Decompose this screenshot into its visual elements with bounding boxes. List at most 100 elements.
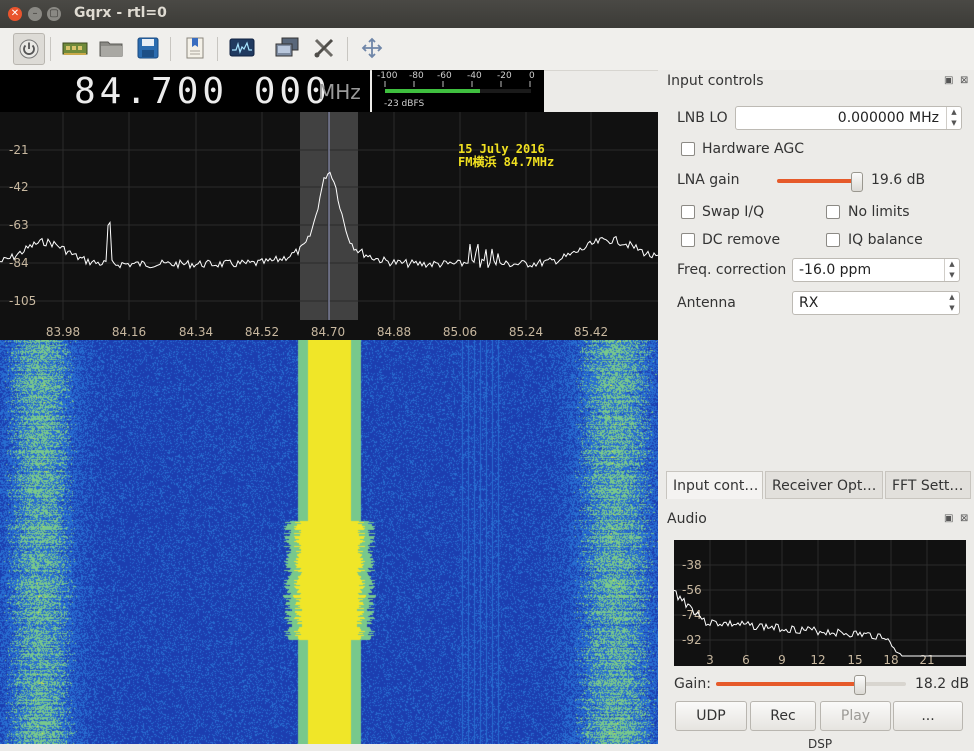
full-screen-button[interactable]: [357, 33, 387, 63]
antenna-select[interactable]: RX ▲ ▼: [792, 291, 960, 315]
audio-spectrum-trace: [673, 589, 966, 657]
meter-scale-label: 0: [529, 71, 535, 81]
freq-correction-spin[interactable]: ▲ ▼: [944, 259, 959, 281]
y-tick-label: -56: [682, 583, 702, 597]
audio-fft-plot[interactable]: -38 -56 -74 -92 3 6 9 12 15 18 21: [673, 540, 966, 667]
lnb-lo-spin[interactable]: ▲ ▼: [946, 107, 961, 129]
dc-remove-checkbox[interactable]: [681, 233, 695, 247]
power-icon: [19, 39, 39, 59]
tab-fft-settings[interactable]: FFT Sett…: [885, 471, 971, 499]
lna-gain-slider[interactable]: [777, 172, 864, 192]
x-tick-label: 85.24: [509, 325, 543, 339]
close-dock-icon[interactable]: ⊠: [960, 75, 968, 86]
frequency-control[interactable]: 84.700 000 MHz: [0, 70, 370, 112]
lna-gain-fill: [777, 179, 857, 183]
audio-title: Audio: [667, 511, 707, 527]
remote-control-icon: [275, 37, 299, 57]
hardware-agc-checkbox[interactable]: [681, 142, 695, 156]
annotation-station: FM横浜 84.7MHz: [458, 155, 555, 169]
undock-icon[interactable]: ▣: [944, 513, 953, 524]
io-devices-button[interactable]: [60, 33, 90, 63]
freq-correction-input[interactable]: -16.0 ppm ▲ ▼: [792, 258, 960, 282]
fft-settings-button[interactable]: [227, 33, 257, 63]
toolbar-separator: [217, 37, 218, 61]
tab-input-controls[interactable]: Input cont…: [666, 471, 763, 499]
meter-ticks: [384, 81, 531, 87]
input-controls-title: Input controls: [667, 73, 764, 89]
signal-meter: -100 -80 -60 -40 -20 0 -23 dBFS: [372, 70, 544, 112]
toolbar-separator: [347, 37, 348, 61]
window-title: Gqrx - rtl=0: [74, 5, 167, 21]
save-settings-button[interactable]: [133, 33, 163, 63]
audio-options-button[interactable]: ...: [893, 701, 963, 731]
freq-correction-label: Freq. correction: [677, 262, 787, 278]
lnb-lo-input[interactable]: 0.000000 MHz ▲ ▼: [735, 106, 962, 130]
meter-scale-label: -20: [497, 71, 512, 81]
audio-gain-slider[interactable]: [716, 675, 906, 695]
meter-scale-label: -40: [467, 71, 482, 81]
meter-scale-label: -60: [437, 71, 452, 81]
fft-plot[interactable]: -21 -42 -63 -84 -105 83.98 84.16 84.34 84.52 84.7…: [0, 112, 659, 340]
open-folder-icon: [99, 41, 123, 57]
close-dock-icon[interactable]: ⊠: [960, 513, 968, 524]
fft-display-icon: [229, 38, 255, 57]
hardware-agc-label: Hardware AGC: [702, 141, 804, 157]
bookmark-icon: [186, 37, 204, 59]
undock-icon[interactable]: ▣: [944, 75, 953, 86]
x-tick-label: 84.88: [377, 325, 411, 339]
y-tick-label: -21: [9, 143, 29, 157]
move-icon: [361, 37, 383, 59]
frequency-value[interactable]: 84.700 000: [74, 71, 331, 112]
lna-gain-handle[interactable]: [851, 172, 864, 192]
meter-readout: -23 dBFS: [384, 99, 425, 109]
x-tick-label: 15: [847, 653, 862, 666]
load-settings-button[interactable]: [96, 33, 126, 63]
waterfall-canvas[interactable]: [0, 340, 658, 744]
lnb-lo-value: 0.000000 MHz: [837, 110, 939, 126]
tools-icon: [314, 38, 334, 58]
fft-plot-canvas[interactable]: -21 -42 -63 -84 -105 83.98 84.16 84.34 84.52 84.7…: [0, 112, 659, 340]
plot-annotation: 15 July 2016 FM横浜 84.7MHz: [458, 143, 554, 169]
iq-balance-checkbox[interactable]: [826, 233, 840, 247]
y-tick-label: -38: [682, 558, 702, 572]
x-tick-label: 84.16: [112, 325, 146, 339]
toolbar-separator: [50, 37, 51, 61]
x-tick-label: 85.06: [443, 325, 477, 339]
minimize-window-button[interactable]: –: [28, 7, 42, 21]
x-tick-label: 83.98: [46, 325, 80, 339]
hardware-icon: [62, 42, 88, 55]
maximize-window-button[interactable]: ▢: [47, 7, 61, 21]
tools-button[interactable]: [309, 33, 339, 63]
audio-gain-value: 18.2 dB: [915, 676, 970, 692]
x-tick-label: 85.42: [574, 325, 608, 339]
swap-iq-checkbox[interactable]: [681, 205, 695, 219]
lna-gain-label: LNA gain: [677, 172, 740, 188]
waterfall-display[interactable]: [0, 340, 658, 744]
meter-bar: [385, 89, 531, 93]
dsp-label: DSP: [808, 737, 833, 751]
freq-correction-value: -16.0 ppm: [799, 262, 872, 278]
udp-button[interactable]: UDP: [675, 701, 747, 731]
lnb-lo-label: LNB LO: [677, 110, 728, 126]
antenna-value: RX: [799, 295, 819, 311]
audio-gain-fill: [716, 682, 859, 686]
meter-level: [385, 89, 480, 93]
bookmarks-button[interactable]: [180, 33, 210, 63]
x-tick-label: 12: [810, 653, 825, 666]
remote-control-button[interactable]: [272, 33, 302, 63]
record-button[interactable]: Rec: [750, 701, 816, 731]
close-window-button[interactable]: ✕: [8, 7, 22, 21]
play-button[interactable]: Play: [820, 701, 891, 731]
x-tick-label: 18: [883, 653, 898, 666]
x-tick-label: 6: [742, 653, 750, 666]
tab-receiver-options[interactable]: Receiver Opt…: [765, 471, 883, 499]
y-tick-label: -84: [9, 256, 29, 270]
toolbar: [0, 28, 974, 71]
audio-gain-handle[interactable]: [853, 675, 866, 695]
y-tick-label: -105: [9, 294, 36, 308]
audio-fft-canvas: -38 -56 -74 -92 3 6 9 12 15 18 21: [673, 540, 966, 667]
right-dock-panel: Input controls ▣ ⊠ LNB LO 0.000000 MHz ▲…: [658, 70, 974, 751]
power-toggle-button[interactable]: [13, 33, 45, 65]
y-tick-label: -63: [9, 218, 29, 232]
no-limits-checkbox[interactable]: [826, 205, 840, 219]
